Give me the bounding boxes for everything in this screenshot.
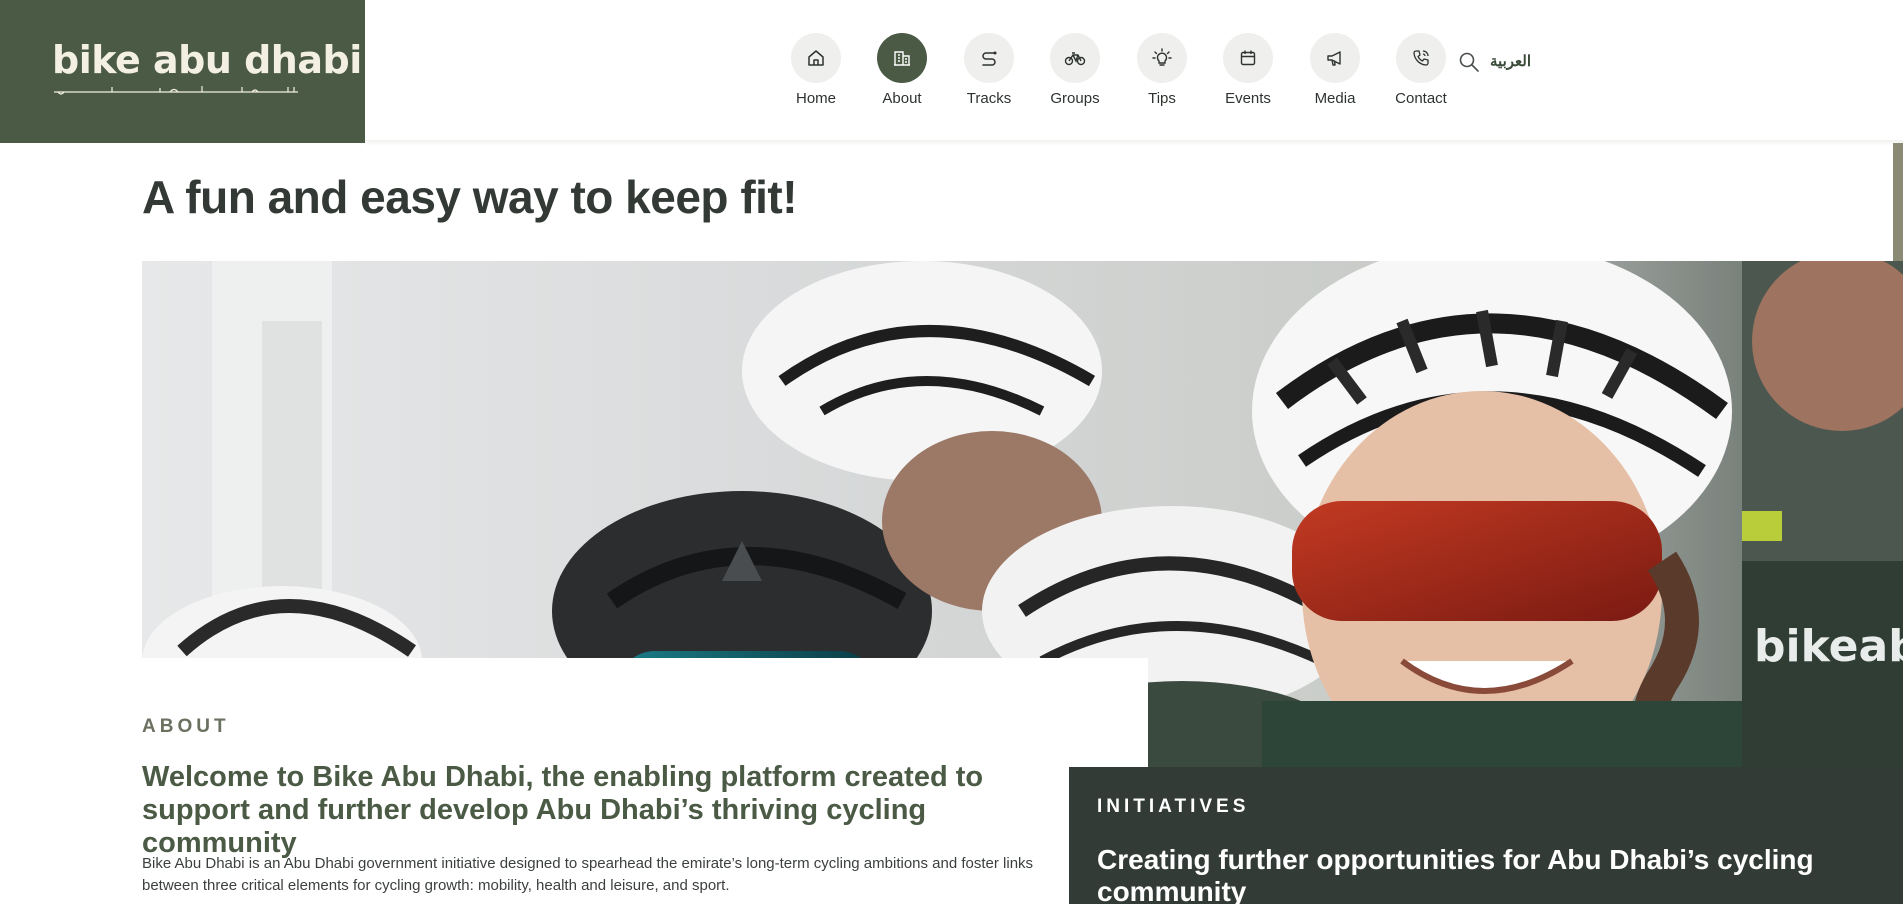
nav-item-events[interactable]: Events xyxy=(1208,33,1288,107)
home-icon xyxy=(791,33,841,83)
nav-item-media[interactable]: Media xyxy=(1295,33,1375,107)
nav-item-home[interactable]: Home xyxy=(776,33,856,107)
nav-label-events: Events xyxy=(1225,90,1271,107)
logo-arabic-script xyxy=(54,86,298,95)
about-eyebrow: ABOUT xyxy=(142,716,230,737)
about-heading: Welcome to Bike Abu Dhabi, the enabling … xyxy=(142,761,984,859)
nav-label-contact: Contact xyxy=(1395,90,1447,107)
jersey-print: bikeabud xyxy=(1754,621,1903,672)
search-icon[interactable] xyxy=(1458,51,1480,73)
language-switch[interactable]: العربية xyxy=(1490,52,1531,70)
nav-label-tips: Tips xyxy=(1148,90,1176,107)
nav-label-about: About xyxy=(882,90,922,107)
about-body: Bike Abu Dhabi is an Abu Dhabi governmen… xyxy=(142,855,1034,894)
nav-item-about[interactable]: About xyxy=(862,33,942,107)
page-title: A fun and easy way to keep fit! xyxy=(142,171,798,223)
building-icon xyxy=(877,33,927,83)
lightbulb-icon xyxy=(1137,33,1187,83)
nav-item-tracks[interactable]: Tracks xyxy=(949,33,1029,107)
calendar-icon xyxy=(1223,33,1273,83)
logo-wordmark: bike abu dhabi xyxy=(52,38,362,82)
bicycle-icon xyxy=(1050,33,1100,83)
nav-item-groups[interactable]: Groups xyxy=(1035,33,1115,107)
nav-label-groups: Groups xyxy=(1050,90,1100,107)
nav-item-tips[interactable]: Tips xyxy=(1122,33,1202,107)
logo[interactable]: bike abu dhabi xyxy=(0,0,365,143)
nav-label-media: Media xyxy=(1314,90,1356,107)
phone-icon xyxy=(1396,33,1446,83)
nav-label-home: Home xyxy=(795,90,836,107)
initiatives-heading[interactable]: Creating further opportunities for Abu D… xyxy=(1097,844,1877,904)
nav-item-contact[interactable]: Contact xyxy=(1381,33,1461,107)
scrollbar-thumb[interactable] xyxy=(1893,143,1903,261)
megaphone-icon xyxy=(1310,33,1360,83)
route-icon xyxy=(964,33,1014,83)
header-divider xyxy=(365,140,1903,146)
nav-label-tracks: Tracks xyxy=(966,90,1012,107)
initiatives-eyebrow: INITIATIVES xyxy=(1097,796,1250,817)
